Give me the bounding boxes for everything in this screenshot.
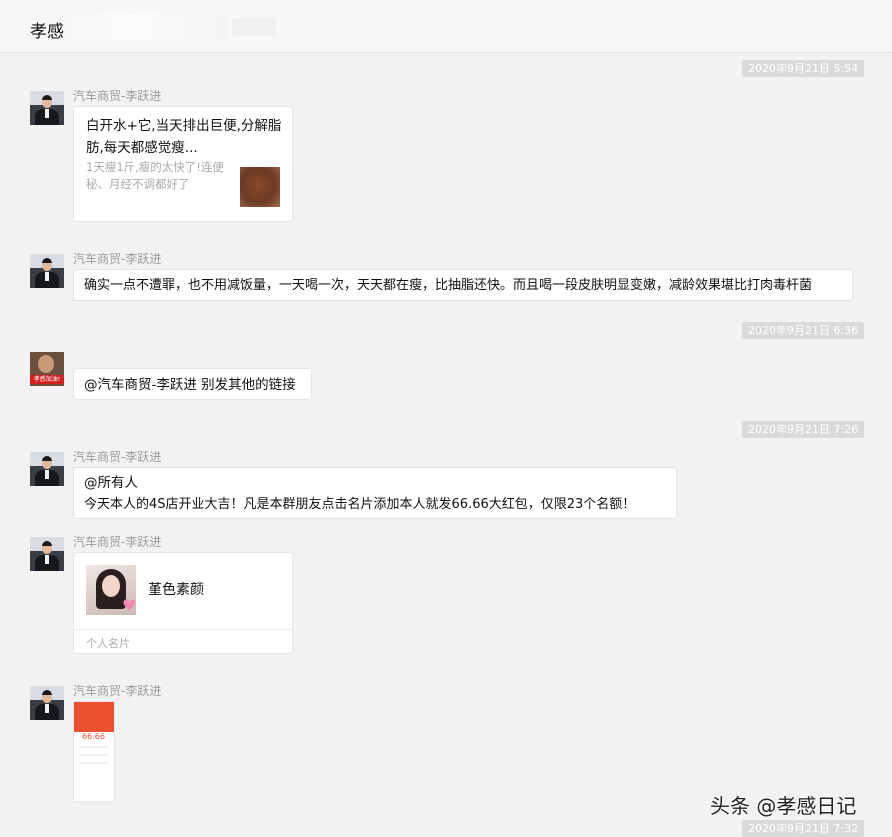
- timestamp: 2020年9月21日 7:32: [742, 820, 865, 837]
- contact-card-message[interactable]: ♥ 堇色素颜 个人名片: [73, 552, 293, 654]
- avatar[interactable]: [30, 91, 64, 125]
- message-text: 确实一点不遭罪，也不用减饭量，一天喝一次，天天都在瘦，比抽脂还快。而且喝一段皮肤…: [84, 278, 813, 293]
- text-message[interactable]: @汽车商贸-李跃进 别发其他的链接: [73, 368, 312, 400]
- avatar[interactable]: [30, 537, 64, 571]
- contact-name: 堇色素颜: [148, 582, 204, 598]
- text-message[interactable]: @所有人 今天本人的4S店开业大吉！凡是本群朋友点击名片添加本人就发66.66大…: [73, 467, 677, 519]
- sender-name: 汽车商贸-李跃进: [73, 252, 162, 266]
- message-text: @汽车商贸-李跃进 别发其他的链接: [84, 377, 296, 393]
- text-message[interactable]: 确实一点不遭罪，也不用减饭量，一天喝一次，天天都在瘦，比抽脂还快。而且喝一段皮肤…: [73, 269, 853, 301]
- blurred-member-count: [232, 18, 276, 36]
- image-message[interactable]: 66.66: [73, 701, 115, 802]
- mention-all: @所有人: [84, 475, 138, 491]
- sender-name: 汽车商贸-李跃进: [73, 450, 162, 464]
- contact-photo: ♥: [86, 565, 136, 615]
- sender-name: 汽车商贸-李跃进: [73, 684, 162, 698]
- link-thumbnail: [240, 167, 280, 207]
- watermark: 头条 @孝感日记: [710, 794, 857, 818]
- sender-name: 汽车商贸-李跃进: [73, 89, 162, 103]
- link-description: 1天瘦1斤,瘦的太快了!连便秘、月经不调都好了: [86, 160, 224, 191]
- avatar[interactable]: [30, 452, 64, 486]
- heart-icon: ♥: [122, 596, 136, 615]
- link-title: 白开水+它,当天排出巨便,分解脂肪,每天都感觉瘦...: [86, 118, 282, 156]
- avatar[interactable]: [30, 254, 64, 288]
- image-amount: 66.66: [82, 732, 105, 741]
- avatar[interactable]: [30, 686, 64, 720]
- avatar-caption: 孝感加油!: [30, 375, 64, 384]
- timestamp: 2020年9月21日 7:26: [742, 421, 865, 438]
- avatar[interactable]: 孝感加油!: [30, 352, 64, 386]
- divider: [74, 629, 292, 630]
- link-card-message[interactable]: 白开水+它,当天排出巨便,分解脂肪,每天都感觉瘦... 1天瘦1斤,瘦的太快了!…: [73, 106, 293, 222]
- timestamp: 2020年9月21日 6:36: [742, 322, 865, 339]
- chat-title: 孝感: [30, 22, 64, 42]
- card-type-label: 个人名片: [86, 637, 130, 650]
- sender-name: 汽车商贸-李跃进: [73, 535, 162, 549]
- blurred-title-region: [68, 14, 228, 40]
- chat-header: 孝感: [0, 0, 892, 53]
- message-text: 今天本人的4S店开业大吉！凡是本群朋友点击名片添加本人就发66.66大红包，仅限…: [84, 497, 636, 512]
- timestamp: 2020年9月21日 5:54: [742, 60, 865, 77]
